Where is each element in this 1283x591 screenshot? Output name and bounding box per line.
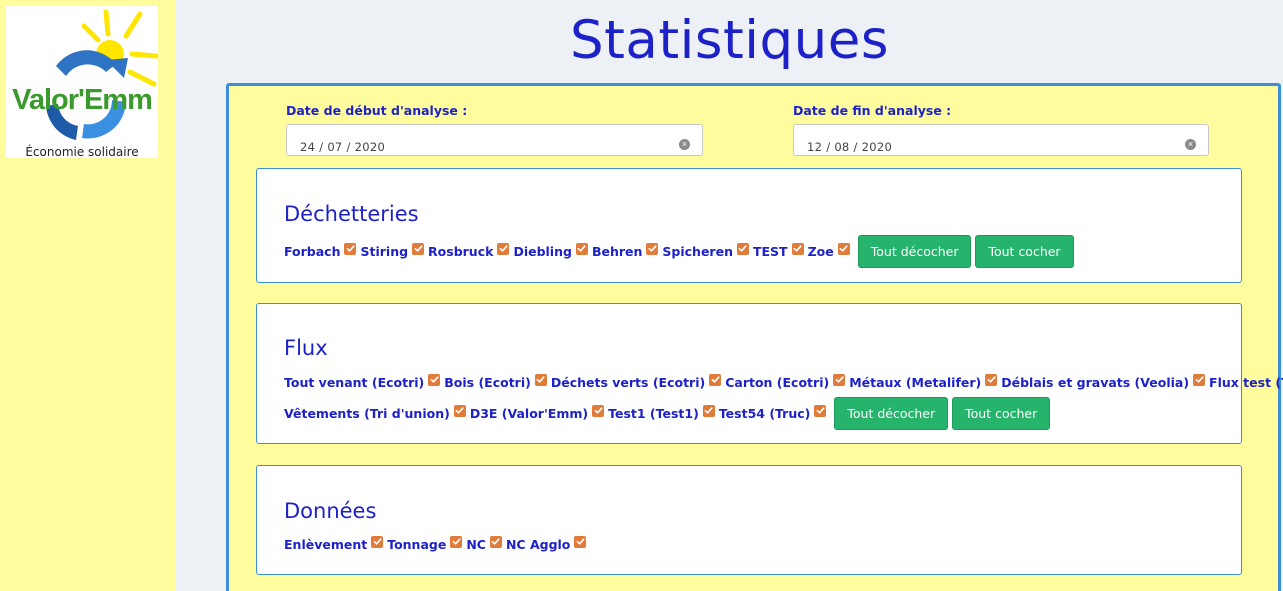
option-label: Déblais et gravats (Veolia) [1001,375,1190,390]
option-label: Forbach [284,244,341,259]
stats-panel: Date de début d'analyse : 24 / 07 / 2020… [226,83,1283,591]
option-item[interactable]: Flux test (Test) [1209,375,1283,390]
option-label: D3E (Valor'Emm) [469,406,589,421]
option-item[interactable]: Rosbruck [428,242,510,259]
checkbox-checked-icon[interactable] [497,242,510,255]
flux-title: Flux [284,336,328,360]
checkbox-checked-icon[interactable] [592,404,605,417]
option-item[interactable]: Zoe [807,242,850,259]
option-label: Tonnage [387,537,447,552]
option-label: Stiring [360,244,409,259]
option-label: NC Agglo [505,537,571,552]
decheteries-card: Déchetteries Forbach Stiring Rosbruck Diebl… [256,168,1242,283]
option-label: Test54 (Truc) [718,406,811,421]
option-item[interactable]: Test1 (Test1) [608,404,715,421]
checkbox-checked-icon[interactable] [450,535,463,548]
option-item[interactable]: Carton (Ecotri) [725,373,846,390]
checkbox-checked-icon[interactable] [575,242,588,255]
option-label: Bois (Ecotri) [444,375,531,390]
main-content: Statistiques Date de début d'analyse : 2… [176,0,1283,591]
checkbox-checked-icon[interactable] [985,373,998,386]
checkbox-checked-icon[interactable] [412,242,425,255]
option-item[interactable]: Behren [591,242,659,259]
option-label: Spicheren [662,244,733,259]
checkbox-checked-icon[interactable] [453,404,466,417]
checkbox-checked-icon[interactable] [428,373,441,386]
checkbox-checked-icon[interactable] [791,242,804,255]
option-label: Enlèvement [284,537,368,552]
option-item[interactable]: Vêtements (Tri d'union) [284,404,466,421]
option-item[interactable]: Bois (Ecotri) [444,373,547,390]
option-item[interactable]: Tonnage [387,535,463,552]
donnees-card: Données Enlèvement Tonnage NC NC Agglo [256,465,1242,575]
checkbox-checked-icon[interactable] [534,373,547,386]
option-item[interactable]: Tout venant (Ecotri) [284,373,441,390]
option-label: Vêtements (Tri d'union) [284,406,450,421]
option-item[interactable]: Stiring [360,242,425,259]
uncheck-all-button[interactable]: Tout décocher [834,397,949,430]
option-item[interactable]: Métaux (Metalifer) [849,373,998,390]
checkbox-checked-icon[interactable] [344,242,357,255]
option-label: Déchets verts (Ecotri) [550,375,706,390]
decheteries-title: Déchetteries [284,202,419,226]
end-date-label: Date de fin d'analyse : [793,103,952,118]
option-item[interactable]: NC [466,535,502,552]
brand-logo[interactable]: Valor'Emm Économie solidaire [6,6,158,158]
option-item[interactable]: Test54 (Truc) [718,404,827,421]
start-date-value: 24 / 07 / 2020 [300,140,386,154]
start-date-label: Date de début d'analyse : [286,103,468,118]
option-label: Behren [591,244,643,259]
clear-start-date-icon[interactable]: × [679,139,690,150]
option-label: Diebling [513,244,572,259]
option-label: Zoe [807,244,834,259]
flux-options-row-1: Tout venant (Ecotri) Bois (Ecotri) Déchets… [284,366,1283,399]
decheteries-options: Forbach Stiring Rosbruck Diebling Behren Spic… [284,235,1074,268]
flux-options-row-2: Vêtements (Tri d'union) D3E (Valor'Emm) Te… [284,397,1051,430]
option-label: Test1 (Test1) [608,406,699,421]
checkbox-checked-icon[interactable] [736,242,749,255]
start-date-input[interactable]: 24 / 07 / 2020 × [286,124,703,156]
option-item[interactable]: Déchets verts (Ecotri) [550,373,722,390]
checkbox-checked-icon[interactable] [837,242,850,255]
end-date-value: 12 / 08 / 2020 [807,140,893,154]
brand-tagline: Économie solidaire [25,145,139,158]
brand-name: Valor'Emm [12,84,153,116]
option-item[interactable]: Forbach [284,242,357,259]
checkbox-checked-icon[interactable] [1193,373,1206,386]
checkbox-checked-icon[interactable] [489,535,502,548]
option-label: NC [466,537,486,552]
option-item[interactable]: Déblais et gravats (Veolia) [1001,373,1206,390]
option-label: Métaux (Metalifer) [849,375,982,390]
clear-end-date-icon[interactable]: × [1185,139,1196,150]
option-label: Carton (Ecotri) [725,375,830,390]
checkbox-checked-icon[interactable] [574,535,587,548]
checkbox-checked-icon[interactable] [814,404,827,417]
option-label: Flux test (Test) [1209,375,1283,390]
donnees-title: Données [284,499,377,523]
option-label: Tout venant (Ecotri) [284,375,425,390]
sidebar: Valor'Emm Économie solidaire [0,0,176,591]
option-label: TEST [752,244,788,259]
page-title: Statistiques [570,10,889,71]
checkbox-checked-icon[interactable] [709,373,722,386]
option-item[interactable]: TEST [752,242,804,259]
checkbox-checked-icon[interactable] [833,373,846,386]
end-date-input[interactable]: 12 / 08 / 2020 × [793,124,1209,156]
check-all-button[interactable]: Tout cocher [952,397,1051,430]
option-item[interactable]: Diebling [513,242,588,259]
uncheck-all-button[interactable]: Tout décocher [857,235,972,268]
option-item[interactable]: Enlèvement [284,535,384,552]
check-all-button[interactable]: Tout cocher [975,235,1074,268]
option-item[interactable]: D3E (Valor'Emm) [469,404,605,421]
option-item[interactable]: NC Agglo [505,535,587,552]
option-label: Rosbruck [428,244,494,259]
flux-card: Flux Tout venant (Ecotri) Bois (Ecotri) Dé… [256,303,1283,444]
checkbox-checked-icon[interactable] [702,404,715,417]
logo-graphic-icon [46,9,158,140]
option-item[interactable]: Spicheren [662,242,749,259]
checkbox-checked-icon[interactable] [371,535,384,548]
checkbox-checked-icon[interactable] [646,242,659,255]
donnees-options: Enlèvement Tonnage NC NC Agglo [284,528,590,561]
